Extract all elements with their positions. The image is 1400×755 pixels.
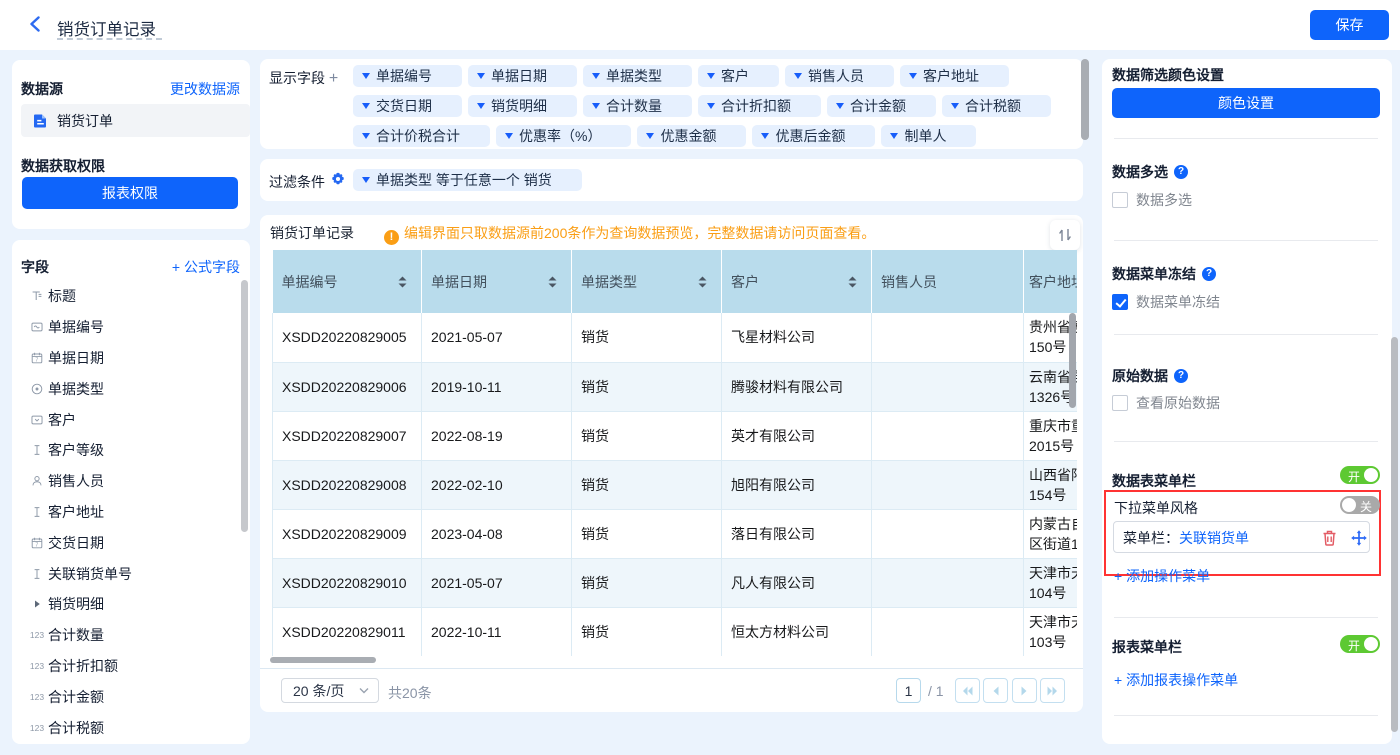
svg-text:7: 7	[35, 542, 38, 548]
svg-text:7: 7	[35, 358, 38, 364]
